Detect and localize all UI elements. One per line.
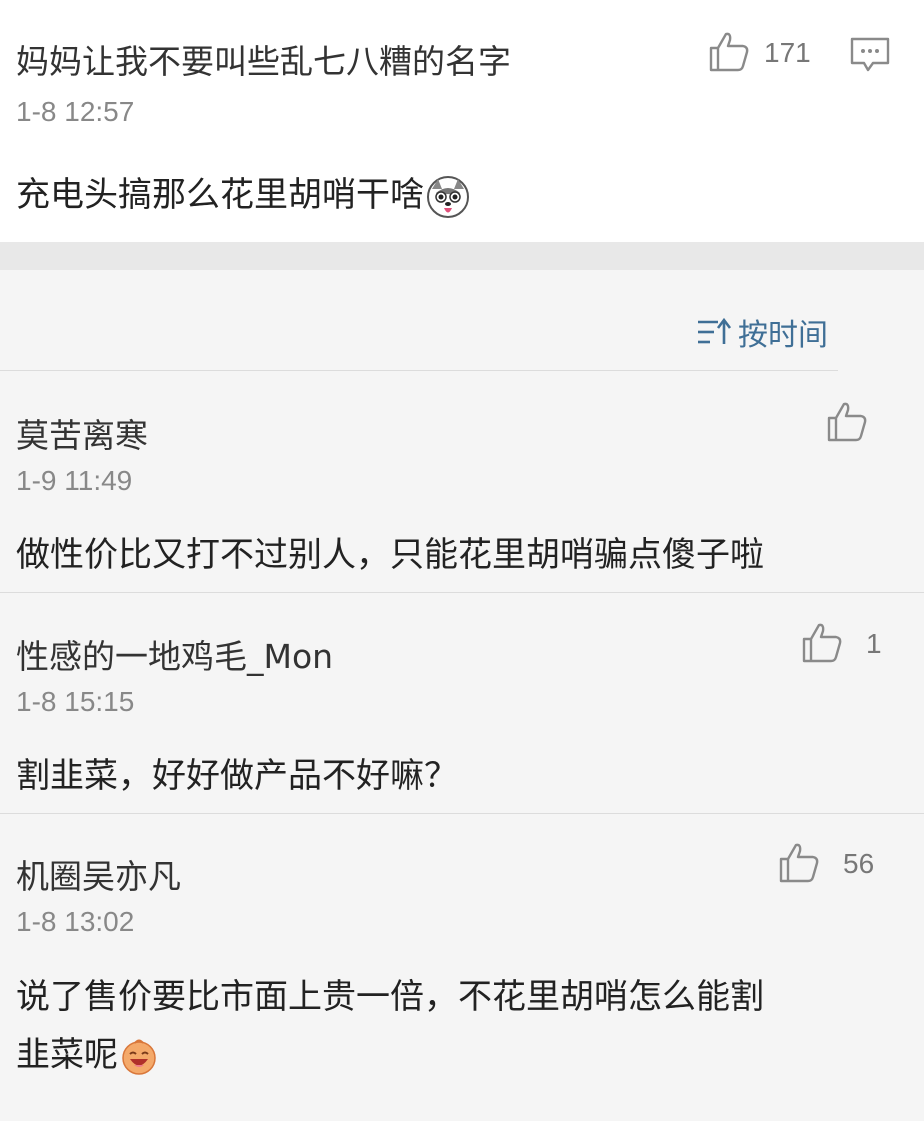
thumbs-up-icon[interactable]	[777, 841, 821, 885]
laughing-face-emoji	[122, 1039, 156, 1075]
reply-author[interactable]: 机圈吴亦凡	[16, 850, 181, 898]
sort-time-icon	[698, 317, 732, 344]
thumbs-up-icon[interactable]	[800, 621, 844, 665]
reply-list: 按时间 莫苦离寒 1-9 11:49 做性价比又打不过别人，只能花里胡哨骗点傻子…	[0, 270, 924, 1121]
reply-author[interactable]: 莫苦离寒	[16, 409, 148, 457]
sort-label: 按时间	[738, 318, 828, 353]
reply-time: 1-9 11:49	[16, 465, 133, 496]
reply-like-count: 56	[843, 848, 875, 879]
thumbs-up-icon[interactable]	[707, 30, 751, 74]
reply-text: 割韭菜，好好做产品不好嘛？	[16, 756, 458, 796]
reply-text-line2: 韭菜呢	[16, 1027, 158, 1076]
main-comment-time: 1-8 12:57	[16, 96, 135, 127]
comment-bubble-icon[interactable]	[849, 36, 891, 74]
sort-by-time-button[interactable]: 按时间	[696, 310, 828, 354]
divider	[0, 370, 838, 371]
reply-text-line1: 说了售价要比市面上贵一倍，不花里胡哨怎么能割	[16, 977, 764, 1017]
reply-author[interactable]: 性感的一地鸡毛_Mon	[16, 630, 333, 678]
reply-time: 1-8 15:15	[16, 686, 135, 717]
thumbs-up-icon[interactable]	[825, 400, 869, 444]
main-comment-text: 充电头搞那么花里胡哨干啥	[16, 167, 470, 219]
main-comment: 妈妈让我不要叫些乱七八糟的名字 1-8 12:57 充电头搞那么花里胡哨干啥 1…	[0, 0, 924, 242]
reply-like-count: 1	[866, 628, 882, 659]
main-comment-text-content: 充电头搞那么花里胡哨干啥	[16, 175, 424, 215]
husky-face-emoji	[427, 175, 469, 218]
divider	[0, 592, 924, 593]
section-separator	[0, 242, 924, 270]
reply-time: 1-8 13:02	[16, 906, 135, 937]
reply-text-line2-content: 韭菜呢	[16, 1035, 118, 1075]
divider	[0, 813, 924, 814]
reply-text: 做性价比又打不过别人，只能花里胡哨骗点傻子啦	[16, 535, 764, 575]
main-comment-author[interactable]: 妈妈让我不要叫些乱七八糟的名字	[16, 35, 511, 83]
main-comment-like-count: 171	[764, 37, 811, 68]
